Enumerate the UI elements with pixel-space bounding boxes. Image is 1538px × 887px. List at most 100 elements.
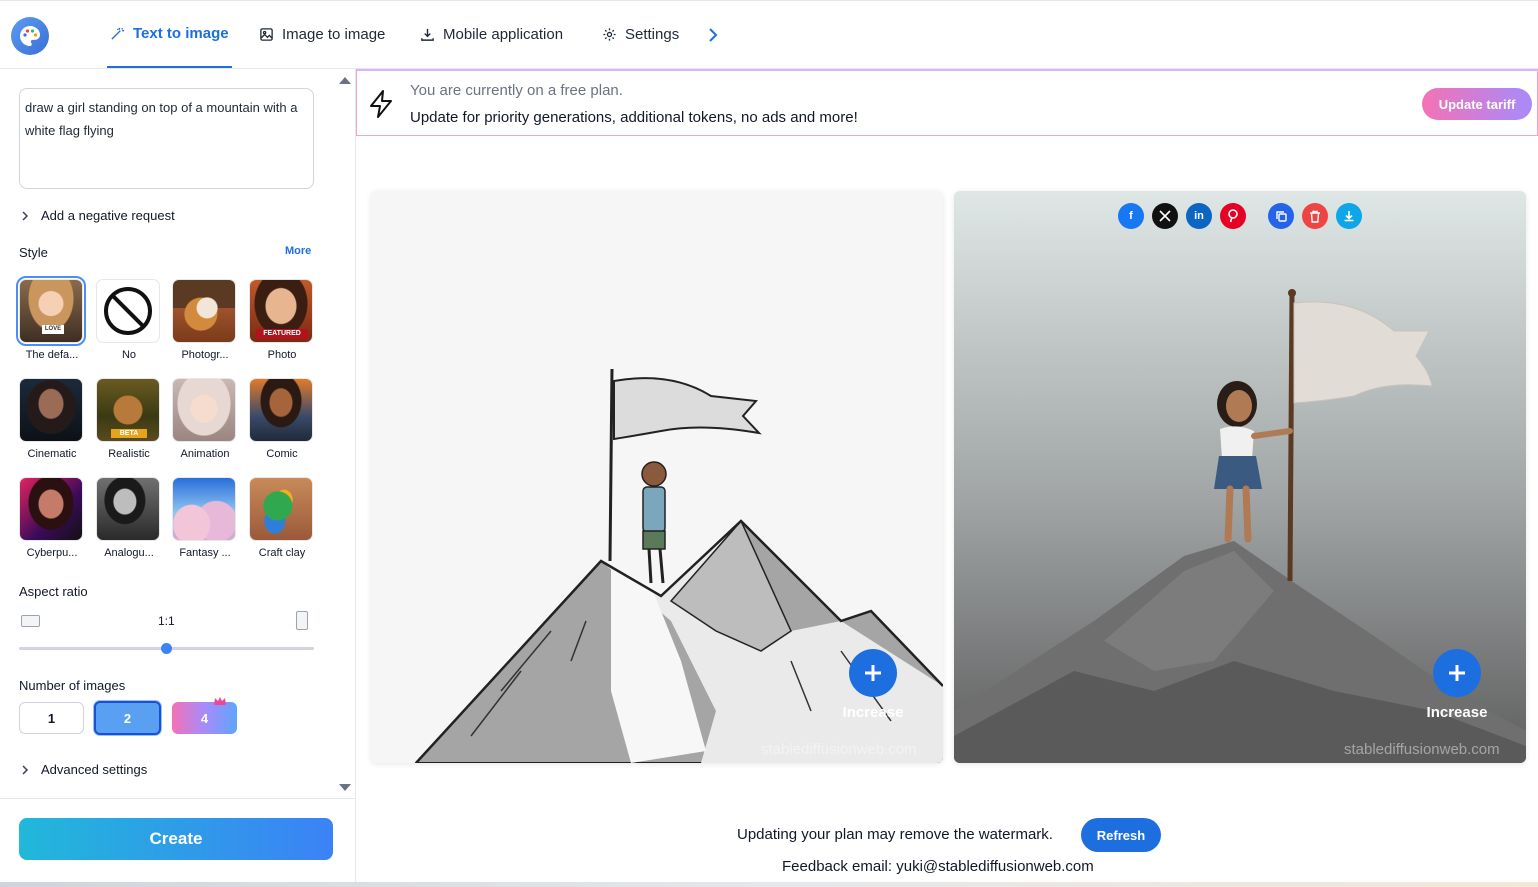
count-1-button[interactable]: 1 — [19, 702, 84, 734]
banner-line-1: You are currently on a free plan. — [410, 82, 623, 99]
tab-settings[interactable]: Settings — [602, 1, 679, 68]
aspect-ratio-heading: Aspect ratio — [19, 584, 88, 599]
top-navigation: Text to image Image to image Mobile appl… — [0, 0, 1538, 69]
aspect-ratio-slider-thumb[interactable] — [161, 643, 172, 654]
style-no[interactable]: No — [96, 279, 162, 361]
style-thumbnail — [249, 378, 313, 442]
download-icon[interactable] — [1336, 203, 1362, 229]
style-cinematic[interactable]: Cinematic — [19, 378, 85, 460]
tab-label: Text to image — [133, 25, 229, 42]
style-thumbnail — [172, 378, 236, 442]
facebook-icon[interactable]: f — [1118, 203, 1144, 229]
negative-request-toggle[interactable]: Add a negative request — [19, 208, 175, 223]
increase-button[interactable] — [849, 649, 897, 697]
increase-label: Increase — [1426, 704, 1488, 721]
style-heading: Style — [19, 245, 48, 260]
pinterest-icon[interactable] — [1220, 203, 1246, 229]
update-tariff-button[interactable]: Update tariff — [1422, 88, 1532, 120]
advanced-settings-label: Advanced settings — [41, 762, 148, 777]
style-cyberpunk[interactable]: Cyberpu... — [19, 477, 85, 559]
style-thumbnail: LOVE — [16, 276, 86, 346]
increase-label: Increase — [842, 704, 904, 721]
aspect-ratio-value: 1:1 — [158, 614, 175, 628]
palette-logo-icon[interactable] — [11, 17, 49, 55]
style-thumbnail — [19, 477, 83, 541]
style-craft-clay[interactable]: Craft clay — [249, 477, 315, 559]
count-4-button[interactable]: 4 — [172, 702, 237, 734]
tab-label: Settings — [625, 26, 680, 43]
style-thumbnail — [172, 279, 236, 343]
generation-sidebar: draw a girl standing on top of a mountai… — [0, 69, 356, 887]
generated-image-2[interactable]: Increase stablediffusionweb.com — [954, 191, 1526, 763]
advanced-settings-toggle[interactable]: Advanced settings — [19, 762, 147, 777]
download-icon — [421, 28, 434, 41]
plus-icon — [1449, 665, 1465, 681]
style-name: Craft clay — [258, 547, 306, 559]
image-icon — [260, 28, 273, 41]
style-thumbnail — [19, 378, 83, 442]
generated-image-1[interactable]: Increase stablediffusionweb.com — [371, 191, 943, 763]
love-badge: LOVE — [42, 325, 64, 334]
style-comic[interactable]: Comic — [249, 378, 315, 460]
style-name: Comic — [266, 448, 298, 460]
style-analogue[interactable]: Analogu... — [96, 477, 162, 559]
chevron-right-icon — [22, 764, 29, 775]
style-default[interactable]: LOVE The defa... — [16, 276, 86, 361]
count-2-button[interactable]: 2 — [94, 701, 161, 735]
refresh-button[interactable]: Refresh — [1081, 818, 1161, 852]
more-styles-link[interactable]: More — [285, 245, 311, 257]
delete-icon[interactable] — [1302, 203, 1328, 229]
style-name: Cyberpu... — [26, 547, 78, 559]
style-name: Photogr... — [181, 349, 229, 361]
style-animation[interactable]: Animation — [172, 378, 238, 460]
x-icon[interactable] — [1152, 203, 1178, 229]
increase-button[interactable] — [1433, 649, 1481, 697]
style-thumbnail — [249, 477, 313, 541]
style-realistic[interactable]: BETA Realistic — [96, 378, 162, 460]
style-thumbnail: FEATURED — [249, 279, 313, 343]
divider — [0, 798, 355, 799]
prompt-input[interactable]: draw a girl standing on top of a mountai… — [19, 88, 314, 189]
style-name: Animation — [180, 448, 230, 460]
number-of-images-heading: Number of images — [19, 678, 126, 693]
style-name: The defa... — [25, 349, 79, 361]
scroll-up-arrow[interactable] — [339, 77, 351, 84]
chevron-right-icon — [22, 210, 29, 221]
style-thumbnail — [96, 477, 160, 541]
tab-text-to-image[interactable]: Text to image — [107, 1, 232, 68]
banner-line-2: Update for priority generations, additio… — [410, 109, 858, 126]
create-button[interactable]: Create — [19, 818, 333, 860]
linkedin-icon[interactable]: in — [1186, 203, 1212, 229]
landscape-ratio-icon[interactable] — [21, 615, 40, 627]
free-plan-banner: You are currently on a free plan. Update… — [356, 69, 1538, 136]
style-name: Photo — [267, 349, 297, 361]
bottom-strip — [0, 882, 1538, 887]
feedback-email: Feedback email: yuki@stablediffusionweb.… — [782, 858, 1094, 875]
chevron-right-icon[interactable] — [703, 26, 721, 44]
style-photo[interactable]: FEATURED Photo — [249, 279, 315, 361]
tab-label: Image to image — [282, 26, 386, 43]
style-photographic[interactable]: Photogr... — [172, 279, 238, 361]
crown-icon — [214, 697, 226, 705]
scroll-down-arrow[interactable] — [339, 784, 351, 791]
portrait-ratio-icon[interactable] — [296, 611, 308, 630]
style-thumbnail — [96, 279, 160, 343]
watermark-notice: Updating your plan may remove the waterm… — [737, 826, 1053, 843]
lightning-icon — [370, 90, 392, 118]
copy-icon[interactable] — [1268, 203, 1294, 229]
featured-badge: FEATURED — [256, 329, 308, 339]
magic-wand-icon — [111, 27, 125, 40]
plus-icon — [865, 665, 881, 681]
style-thumbnail — [172, 477, 236, 541]
tab-mobile-application[interactable]: Mobile application — [420, 1, 563, 68]
style-name: Analogu... — [104, 547, 154, 559]
watermark: stablediffusionweb.com — [1344, 741, 1500, 758]
gear-icon — [603, 28, 616, 41]
watermark: stablediffusionweb.com — [761, 741, 917, 758]
prohibited-icon — [104, 287, 152, 335]
style-name: Cinematic — [27, 448, 77, 460]
style-name: Fantasy ... — [179, 547, 231, 559]
style-name: No — [121, 349, 137, 361]
style-fantasy[interactable]: Fantasy ... — [172, 477, 238, 559]
tab-image-to-image[interactable]: Image to image — [259, 1, 385, 68]
